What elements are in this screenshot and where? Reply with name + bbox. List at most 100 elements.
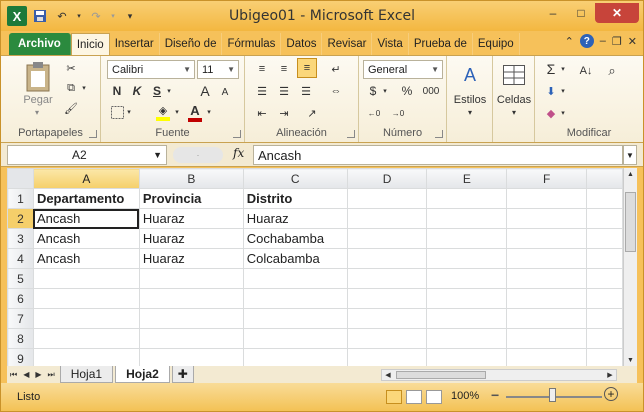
cell-d1[interactable] bbox=[346, 188, 428, 209]
cell-e9[interactable] bbox=[426, 348, 508, 366]
font-color-dropdown-icon[interactable]: ▾ bbox=[205, 104, 213, 120]
borders-dropdown-icon[interactable]: ▾ bbox=[125, 104, 133, 120]
column-header[interactable]: A bbox=[32, 168, 140, 189]
row-header[interactable]: 5 bbox=[7, 268, 34, 289]
cell-partial[interactable] bbox=[586, 348, 623, 366]
cell-c9[interactable] bbox=[242, 348, 348, 366]
shrink-font-button[interactable]: A bbox=[217, 84, 233, 100]
cell-partial[interactable] bbox=[586, 268, 623, 289]
next-sheet-icon[interactable]: ▶ bbox=[35, 370, 41, 379]
row-header[interactable]: 1 bbox=[7, 188, 34, 209]
insert-sheet-icon[interactable]: ✚ bbox=[171, 366, 194, 383]
cell-b5[interactable] bbox=[138, 268, 244, 289]
formula-bar-divider-icon[interactable]: · bbox=[173, 147, 223, 163]
scroll-right-icon[interactable]: ▶ bbox=[604, 370, 616, 380]
zoom-in-icon[interactable]: + bbox=[604, 387, 618, 401]
tab-insertar[interactable]: Insertar bbox=[110, 33, 160, 55]
cell-e1[interactable] bbox=[426, 188, 508, 209]
cell-e7[interactable] bbox=[426, 308, 508, 329]
cell-c2[interactable]: Huaraz bbox=[242, 208, 348, 229]
page-break-view-icon[interactable] bbox=[426, 390, 442, 404]
insert-function-icon[interactable]: fx bbox=[233, 146, 244, 160]
currency-dropdown-icon[interactable]: ▾ bbox=[381, 82, 389, 100]
normal-view-icon[interactable] bbox=[386, 390, 402, 404]
cell-b7[interactable] bbox=[138, 308, 244, 329]
expand-formula-bar-icon[interactable]: ▼ bbox=[623, 145, 637, 165]
styles-dropdown-icon[interactable]: ▾ bbox=[465, 108, 475, 117]
name-box-dropdown-icon[interactable]: ▼ bbox=[153, 150, 162, 160]
clear-icon[interactable]: ◆ bbox=[543, 104, 559, 122]
window-restore-icon[interactable]: ❐ bbox=[612, 35, 622, 48]
name-box[interactable]: A2 ▼ bbox=[7, 145, 167, 165]
cell-partial[interactable] bbox=[586, 308, 623, 329]
decrease-decimal-icon[interactable]: →0 bbox=[389, 104, 407, 122]
cell-b6[interactable] bbox=[138, 288, 244, 309]
cell-f7[interactable] bbox=[506, 308, 588, 329]
cell-c4[interactable]: Colcabamba bbox=[242, 248, 348, 269]
cell-d8[interactable] bbox=[346, 328, 428, 349]
cells-button-label[interactable]: Celdas bbox=[493, 94, 535, 106]
cell-c6[interactable] bbox=[242, 288, 348, 309]
row-header[interactable]: 9 bbox=[7, 348, 34, 366]
scroll-down-icon[interactable]: ▼ bbox=[624, 354, 637, 366]
cell-a6[interactable] bbox=[32, 288, 140, 309]
scroll-up-icon[interactable]: ▲ bbox=[624, 168, 637, 180]
number-dialog-launcher-icon[interactable] bbox=[435, 130, 443, 138]
sheet-tab-hoja1[interactable]: Hoja1 bbox=[59, 366, 114, 383]
copy-icon[interactable]: ⧉ bbox=[63, 80, 79, 96]
close-button[interactable]: ✕ bbox=[595, 3, 639, 23]
window-close-icon[interactable]: ✕ bbox=[628, 35, 637, 48]
cell-b4[interactable]: Huaraz bbox=[138, 248, 244, 269]
cell-d4[interactable] bbox=[346, 248, 428, 269]
cell-d2[interactable] bbox=[346, 208, 428, 229]
tab-formulas[interactable]: Fórmulas bbox=[222, 33, 282, 55]
cell-f1[interactable] bbox=[506, 188, 588, 209]
prev-sheet-icon[interactable]: ◀ bbox=[23, 370, 29, 379]
increase-decimal-icon[interactable]: ←0 bbox=[365, 104, 383, 122]
cut-icon[interactable]: ✂ bbox=[63, 60, 79, 76]
paste-icon[interactable] bbox=[21, 60, 55, 94]
window-minimize-icon[interactable]: – bbox=[600, 35, 606, 47]
paste-button-label[interactable]: Pegar bbox=[17, 94, 59, 106]
cell-f9[interactable] bbox=[506, 348, 588, 366]
cell-d3[interactable] bbox=[346, 228, 428, 249]
decrease-indent-icon[interactable]: ⇤ bbox=[253, 104, 271, 122]
cell-b8[interactable] bbox=[138, 328, 244, 349]
cell-a5[interactable] bbox=[32, 268, 140, 289]
increase-indent-icon[interactable]: ⇥ bbox=[275, 104, 293, 122]
font-dialog-launcher-icon[interactable] bbox=[233, 130, 241, 138]
underline-button[interactable]: S bbox=[149, 82, 165, 100]
cell-b3[interactable]: Huaraz bbox=[138, 228, 244, 249]
fill-color-dropdown-icon[interactable]: ▾ bbox=[173, 104, 181, 120]
format-painter-icon[interactable]: 🖌 bbox=[63, 100, 79, 116]
autosum-dropdown-icon[interactable]: ▾ bbox=[559, 60, 567, 78]
cell-f4[interactable] bbox=[506, 248, 588, 269]
horizontal-scroll-thumb[interactable] bbox=[396, 371, 486, 379]
paste-dropdown-icon[interactable]: ▾ bbox=[31, 108, 43, 117]
fill-dropdown-icon[interactable]: ▾ bbox=[559, 82, 567, 100]
fill-icon[interactable]: ⬇ bbox=[543, 82, 559, 100]
cell-c8[interactable] bbox=[242, 328, 348, 349]
grow-font-button[interactable]: A bbox=[197, 82, 213, 100]
cell-partial[interactable] bbox=[586, 228, 623, 249]
page-layout-view-icon[interactable] bbox=[406, 390, 422, 404]
minimize-ribbon-icon[interactable]: ⌃ bbox=[565, 35, 574, 48]
tab-equipo[interactable]: Equipo bbox=[473, 33, 520, 55]
row-header[interactable]: 3 bbox=[7, 228, 34, 249]
last-sheet-icon[interactable]: ⏭ bbox=[48, 370, 55, 380]
cell-a7[interactable] bbox=[32, 308, 140, 329]
tab-archivo[interactable]: Archivo bbox=[9, 33, 71, 55]
font-color-icon[interactable]: A bbox=[187, 102, 203, 122]
row-header[interactable]: 8 bbox=[7, 328, 34, 349]
italic-button[interactable]: K bbox=[129, 82, 145, 100]
cell-c7[interactable] bbox=[242, 308, 348, 329]
clear-dropdown-icon[interactable]: ▾ bbox=[559, 104, 567, 122]
underline-dropdown-icon[interactable]: ▾ bbox=[165, 82, 173, 100]
cell-f3[interactable] bbox=[506, 228, 588, 249]
copy-dropdown-icon[interactable]: ▾ bbox=[79, 80, 89, 96]
align-top-icon[interactable]: ≡ bbox=[253, 60, 271, 78]
tab-vista[interactable]: Vista bbox=[372, 33, 409, 55]
column-header[interactable]: D bbox=[346, 168, 428, 189]
minimize-button[interactable]: – bbox=[539, 3, 567, 23]
select-all-corner[interactable] bbox=[7, 168, 34, 189]
